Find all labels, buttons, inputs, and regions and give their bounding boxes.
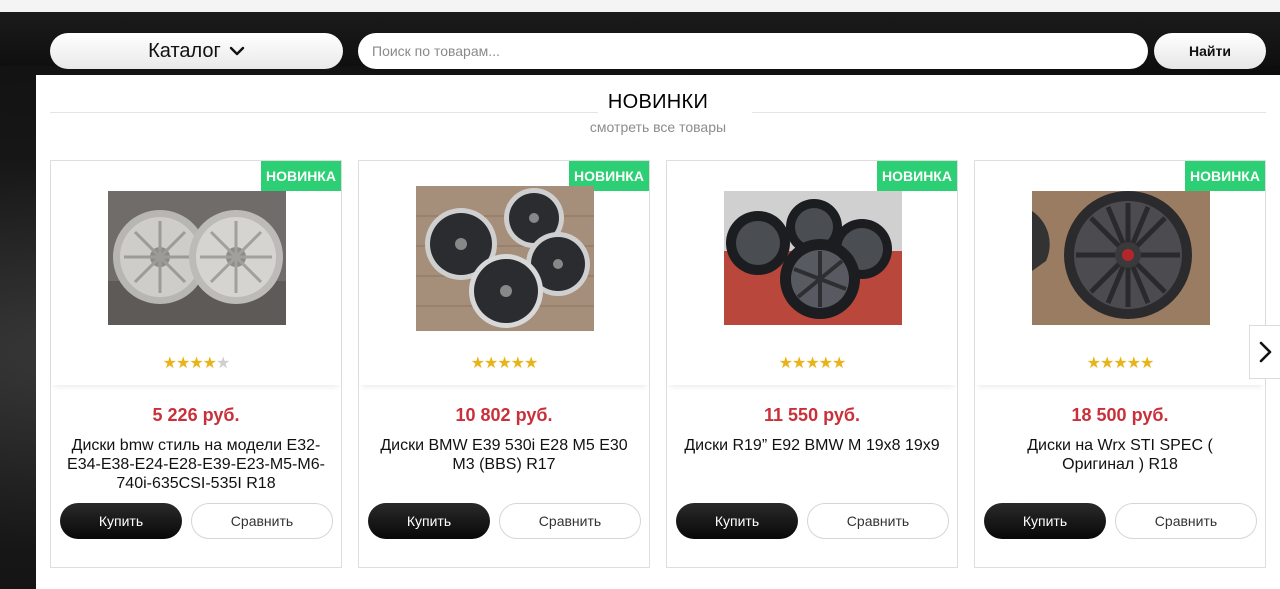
buy-button[interactable]: Купить	[60, 503, 182, 539]
product-image-zone: НОВИНКА ★★★★★	[359, 161, 649, 385]
product-price: 5 226 руб.	[152, 405, 240, 425]
view-all-link[interactable]: смотреть все товары	[36, 119, 1280, 135]
new-badge: НОВИНКА	[261, 161, 341, 191]
product-name[interactable]: Диски bmw стиль на модели E32-E34-E38-E2…	[65, 436, 327, 493]
compare-button[interactable]: Сравнить	[807, 503, 949, 539]
product-card: НОВИНКА ★★★★★ 18 500 руб. Диски на Wrx S…	[974, 160, 1266, 568]
product-name[interactable]: Диски R19” E92 BMW M 19x8 19x9	[681, 436, 943, 455]
catalog-button[interactable]: Каталог	[50, 33, 343, 69]
product-photo[interactable]	[1032, 191, 1210, 325]
product-name[interactable]: Диски на Wrx STI SPEC ( Оригинал ) R18	[989, 436, 1251, 474]
new-badge: НОВИНКА	[877, 161, 957, 191]
rating-stars: ★★★★★	[667, 353, 957, 373]
new-badge: НОВИНКА	[1185, 161, 1265, 191]
product-image-zone: НОВИНКА ★★★★★	[975, 161, 1265, 385]
product-card: НОВИНКА ★★★★★ 11 550 руб. Диски R19” E92…	[666, 160, 958, 568]
product-price: 10 802 руб.	[455, 405, 553, 425]
section-title: НОВИНКИ	[607, 91, 709, 113]
star-icon: ★★★★★	[778, 355, 847, 372]
search-input[interactable]	[358, 33, 1148, 69]
rating-stars: ★★★★★	[975, 353, 1265, 373]
new-products-section: НОВИНКИ смотреть все товары НОВИНКА ★★★★…	[36, 75, 1280, 589]
buy-button[interactable]: Купить	[676, 503, 798, 539]
compare-button[interactable]: Сравнить	[1115, 503, 1257, 539]
product-photo[interactable]	[108, 191, 286, 325]
catalog-label: Каталог	[148, 39, 221, 62]
star-icon: ★	[216, 355, 230, 372]
product-image-zone: НОВИНКА ★★★★★	[51, 161, 341, 385]
product-card: НОВИНКА ★★★★★ 5 226 руб. Диски bmw стиль…	[50, 160, 342, 568]
compare-button[interactable]: Сравнить	[191, 503, 333, 539]
product-image-zone: НОВИНКА ★★★★★	[667, 161, 957, 385]
product-photo[interactable]	[416, 186, 594, 331]
chevron-right-icon	[1259, 341, 1272, 363]
product-name[interactable]: Диски BMW E39 530i E28 M5 E30 M3 (BBS) R…	[373, 436, 635, 474]
product-card: НОВИНКА ★★★★★ 10 802 руб. Диски BMW E39 …	[358, 160, 650, 568]
product-price: 11 550 руб.	[764, 405, 860, 425]
search-button[interactable]: Найти	[1154, 33, 1266, 69]
star-icon: ★★★★★	[470, 355, 539, 372]
carousel-next-button[interactable]	[1249, 325, 1280, 379]
chevron-down-icon	[229, 46, 245, 56]
rating-stars: ★★★★★	[51, 353, 341, 373]
buy-button[interactable]: Купить	[984, 503, 1106, 539]
compare-button[interactable]: Сравнить	[499, 503, 641, 539]
star-icon: ★★★★★	[1086, 355, 1155, 372]
product-photo[interactable]	[724, 191, 902, 325]
buy-button[interactable]: Купить	[368, 503, 490, 539]
top-bar: Каталог Найти	[0, 0, 1280, 69]
star-icon: ★★★★	[162, 355, 217, 372]
rating-stars: ★★★★★	[359, 353, 649, 373]
product-price: 18 500 руб.	[1071, 405, 1169, 425]
